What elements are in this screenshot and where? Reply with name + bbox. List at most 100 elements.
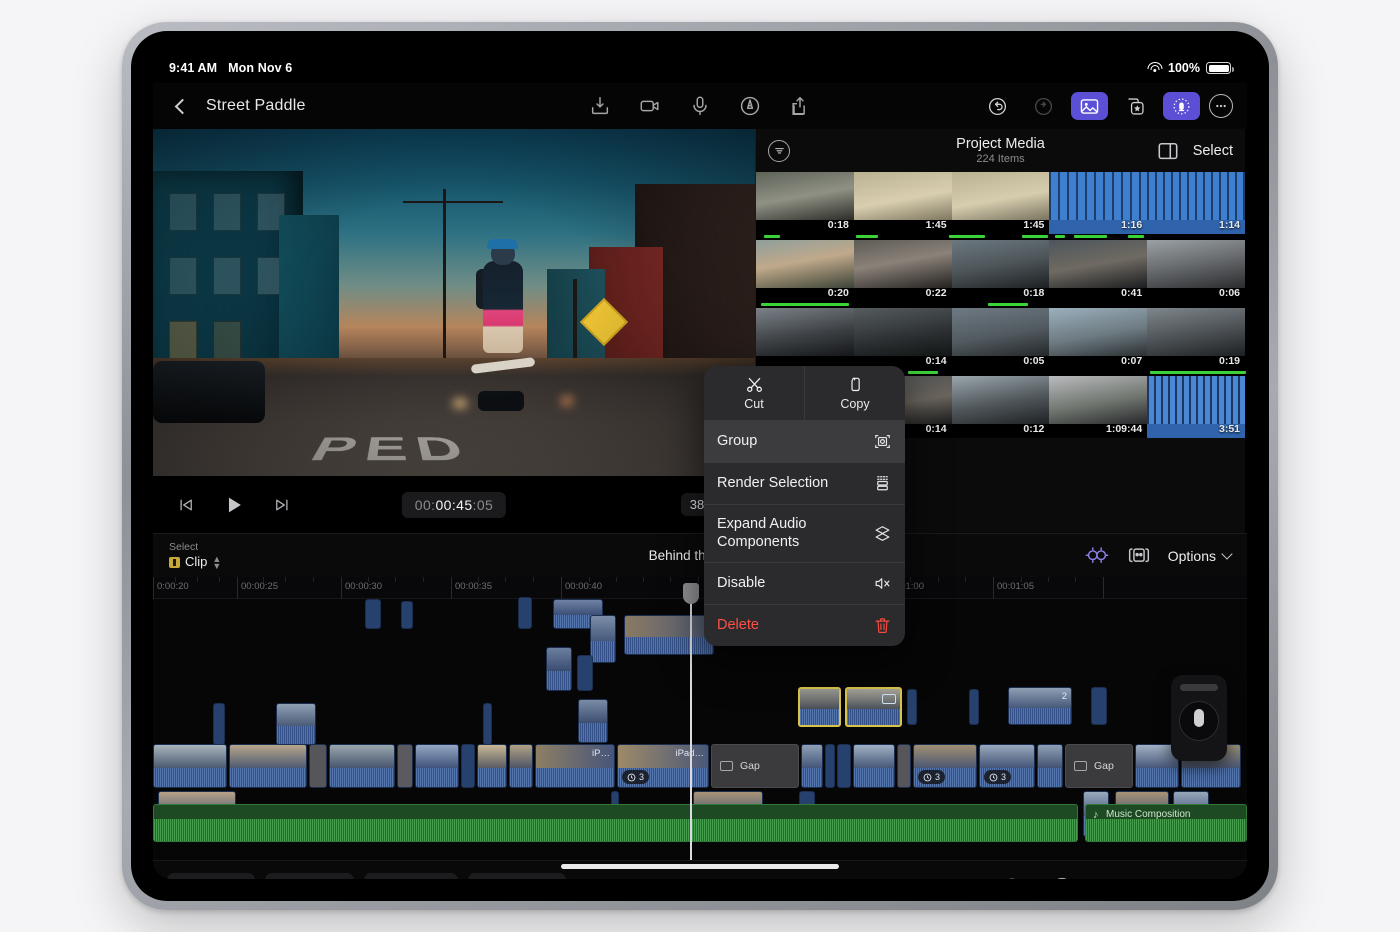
- redo-icon[interactable]: [1025, 92, 1062, 120]
- context-menu-item-expand-audio-components[interactable]: Expand Audio Components: [704, 505, 905, 564]
- media-item[interactable]: 0:41: [1049, 240, 1148, 302]
- jog-wheel-control[interactable]: [1171, 675, 1227, 761]
- timeline-clip[interactable]: [577, 655, 593, 691]
- timeline-clip[interactable]: [477, 744, 507, 788]
- media-item[interactable]: 0:18: [756, 172, 854, 234]
- insert-right-icon[interactable]: [1201, 876, 1223, 879]
- timeline-clip[interactable]: [825, 744, 835, 788]
- timeline-clip[interactable]: 3: [979, 744, 1035, 788]
- media-browser-icon[interactable]: [1071, 92, 1108, 120]
- timeline-clip[interactable]: [229, 744, 307, 788]
- timeline-gap-clip[interactable]: Gap: [1065, 744, 1133, 788]
- selection-mode-control[interactable]: Select Clip ▲ ▼: [169, 541, 221, 570]
- timeline-tracks[interactable]: 2 iP… 3 Gap 3 3 Gap ♪ Music Composition: [153, 583, 1247, 860]
- timeline[interactable]: 0:00:20 00:00:25 00:00:30 00:00:35 00:00…: [153, 577, 1247, 860]
- timeline-clip[interactable]: 2: [1008, 687, 1072, 725]
- media-item[interactable]: 1:14: [1147, 172, 1245, 234]
- context-menu-item-disable[interactable]: Disable: [704, 563, 905, 606]
- media-item[interactable]: 0:05: [951, 308, 1050, 370]
- layout-icon[interactable]: [1157, 141, 1179, 160]
- timeline-clip-selected[interactable]: [845, 687, 902, 727]
- more-options-icon[interactable]: [1209, 94, 1233, 118]
- trash-icon[interactable]: [1001, 876, 1023, 879]
- enhance-icon[interactable]: [1163, 92, 1200, 120]
- timeline-clip[interactable]: [153, 744, 227, 788]
- timeline-options-icon[interactable]: [1127, 545, 1151, 567]
- timeline-clip[interactable]: [483, 703, 492, 745]
- timeline-clip[interactable]: [415, 744, 459, 788]
- back-button[interactable]: [174, 98, 191, 114]
- timeline-clip[interactable]: [518, 597, 532, 629]
- share-icon[interactable]: [789, 95, 811, 117]
- media-item[interactable]: 0:19: [1147, 308, 1245, 370]
- split-icon[interactable]: [1101, 876, 1123, 880]
- timeline-clip[interactable]: [461, 744, 475, 788]
- timeline-clip[interactable]: [276, 703, 316, 745]
- timeline-clip-selected[interactable]: [798, 687, 841, 727]
- skip-forward-icon[interactable]: [273, 496, 291, 514]
- keyframe-icon[interactable]: [1084, 545, 1110, 567]
- timeline-clip[interactable]: [590, 615, 616, 663]
- jog-wheel-dial[interactable]: [1179, 701, 1219, 741]
- media-item[interactable]: 0:20: [756, 240, 854, 302]
- timeline-clip[interactable]: [509, 744, 533, 788]
- jog-wheel-bar[interactable]: [1180, 684, 1218, 691]
- media-item[interactable]: 0:12: [951, 376, 1050, 438]
- timeline-clip[interactable]: [329, 744, 395, 788]
- timeline-clip[interactable]: iPad… 3: [617, 744, 709, 788]
- timeline-clip[interactable]: [853, 744, 895, 788]
- context-menu-copy[interactable]: Copy: [805, 366, 905, 420]
- volume-button[interactable]: Volume: [264, 872, 355, 879]
- undo-icon[interactable]: [979, 92, 1016, 120]
- timeline-clip[interactable]: [578, 699, 608, 743]
- timecode-display[interactable]: 00:00:45:05: [401, 491, 507, 518]
- music-clip-composition[interactable]: ♪ Music Composition: [1085, 804, 1247, 842]
- timeline-clip[interactable]: [1091, 687, 1107, 725]
- effects-icon[interactable]: [1117, 92, 1154, 120]
- media-item[interactable]: 1:45: [951, 172, 1050, 234]
- context-menu-item-render-selection[interactable]: Render Selection: [704, 463, 905, 505]
- options-button[interactable]: Options: [1168, 548, 1233, 564]
- draw-icon[interactable]: [739, 95, 761, 117]
- filter-icon[interactable]: [768, 139, 790, 162]
- media-item[interactable]: 1:09:44: [1049, 376, 1148, 438]
- timeline-clip[interactable]: [401, 601, 413, 629]
- timeline-clip[interactable]: 3: [913, 744, 977, 788]
- timeline-ruler[interactable]: 0:00:20 00:00:25 00:00:30 00:00:35 00:00…: [153, 577, 1247, 599]
- timeline-clip[interactable]: [309, 744, 327, 788]
- multicam-button[interactable]: Multicam: [468, 872, 567, 879]
- video-preview[interactable]: PED: [153, 129, 755, 476]
- skip-back-icon[interactable]: [177, 496, 195, 514]
- media-item[interactable]: 0:18: [951, 240, 1050, 302]
- media-item[interactable]: 1:16: [1049, 172, 1148, 234]
- timeline-clip[interactable]: [837, 744, 851, 788]
- media-item[interactable]: 1:45: [853, 172, 952, 234]
- media-item[interactable]: [756, 308, 854, 370]
- timeline-clip[interactable]: [365, 599, 381, 629]
- context-menu-item-delete[interactable]: Delete: [704, 605, 905, 646]
- media-select-button[interactable]: Select: [1193, 143, 1233, 159]
- timeline-clip[interactable]: [1037, 744, 1063, 788]
- play-icon[interactable]: [223, 494, 245, 516]
- media-item[interactable]: 0:22: [853, 240, 952, 302]
- context-menu[interactable]: Cut Copy Group Render Selection Expand A…: [704, 366, 905, 647]
- timeline-clip[interactable]: [397, 744, 413, 788]
- home-indicator[interactable]: [561, 864, 839, 869]
- music-clip-main[interactable]: [153, 804, 1078, 842]
- video-camera-icon[interactable]: [639, 95, 661, 117]
- timeline-gap-clip[interactable]: Gap: [711, 744, 799, 788]
- timeline-clip[interactable]: [213, 703, 225, 745]
- timeline-clip[interactable]: [907, 689, 917, 725]
- timeline-clip[interactable]: iP…: [535, 744, 615, 788]
- import-icon[interactable]: [589, 95, 611, 117]
- media-item[interactable]: 3:51: [1147, 376, 1245, 438]
- playhead-handle[interactable]: [683, 583, 699, 604]
- playhead[interactable]: [683, 583, 699, 860]
- microphone-icon[interactable]: [689, 95, 711, 117]
- animate-button[interactable]: Animate: [364, 872, 458, 879]
- timeline-clip[interactable]: [801, 744, 823, 788]
- timeline-clip[interactable]: [546, 647, 572, 691]
- checkmark-icon[interactable]: [1051, 876, 1073, 879]
- context-menu-item-group[interactable]: Group: [704, 421, 905, 463]
- media-item[interactable]: 0:14: [853, 308, 952, 370]
